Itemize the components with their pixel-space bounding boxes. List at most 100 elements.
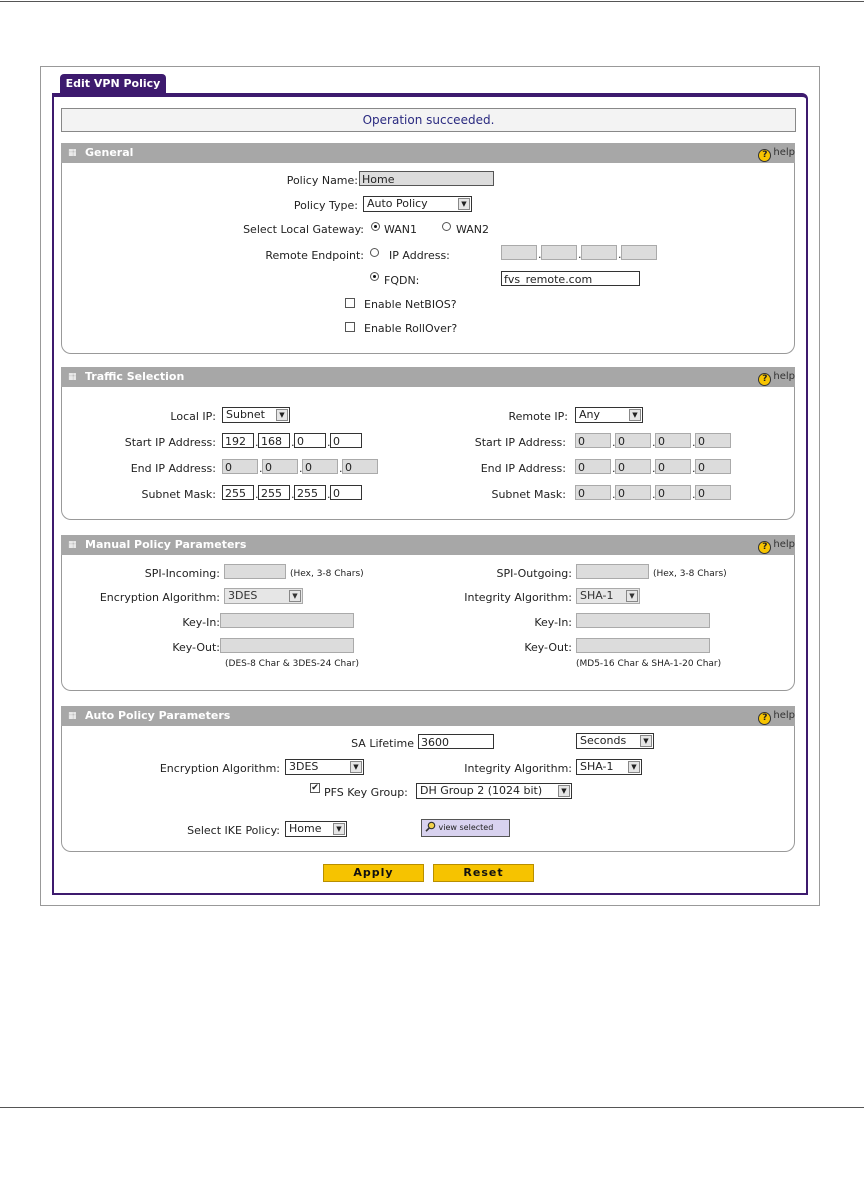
- help-icon: ?: [758, 373, 772, 386]
- remote-mask-octet-4[interactable]: 0: [695, 485, 731, 500]
- wan2-radio[interactable]: [442, 222, 451, 231]
- netbios-checkbox[interactable]: [345, 298, 355, 308]
- sa-unit-select[interactable]: Seconds ▼: [576, 733, 654, 749]
- remote-end-ip-label: End IP Address:: [480, 462, 566, 475]
- view-selected-button[interactable]: view selected: [421, 819, 510, 837]
- local-end-octet-3[interactable]: 0: [302, 459, 338, 474]
- grip-icon: ▦: [68, 148, 77, 158]
- manual-key-in-input-right[interactable]: [576, 613, 710, 628]
- spi-outgoing-input[interactable]: [576, 564, 649, 579]
- chevron-down-icon: ▼: [333, 823, 345, 835]
- reset-button[interactable]: Reset: [433, 864, 534, 882]
- local-start-octet-4[interactable]: 0: [330, 433, 362, 448]
- chevron-down-icon: ▼: [629, 409, 641, 421]
- rollover-label: Enable RollOver?: [364, 322, 458, 335]
- manual-enc-select[interactable]: 3DES ▼: [224, 588, 303, 604]
- help-icon: ?: [758, 541, 772, 554]
- help-link[interactable]: ? help: [758, 706, 795, 726]
- auto-int-label: Integrity Algorithm:: [464, 762, 572, 775]
- remote-mask-octet-3[interactable]: 0: [655, 485, 691, 500]
- top-rule: [0, 1, 864, 2]
- tab-edit-vpn-policy[interactable]: Edit VPN Policy: [60, 74, 166, 94]
- apply-button[interactable]: Apply: [323, 864, 424, 882]
- remote-ip-select[interactable]: Any ▼: [575, 407, 643, 423]
- remote-start-octet-4[interactable]: 0: [695, 433, 731, 448]
- section-title: Manual Policy Parameters: [85, 538, 247, 551]
- remote-end-octet-4[interactable]: 0: [695, 459, 731, 474]
- auto-enc-label: Encryption Algorithm:: [159, 762, 280, 775]
- local-start-octet-1[interactable]: 192: [222, 433, 254, 448]
- grip-icon: ▦: [68, 372, 77, 382]
- section-header-auto: ▦ Auto Policy Parameters ? help: [61, 706, 795, 726]
- remote-endpoint-label: Remote Endpoint:: [265, 249, 364, 262]
- local-end-octet-2[interactable]: 0: [262, 459, 298, 474]
- remote-ip-octet-1[interactable]: [501, 245, 537, 260]
- help-icon: ?: [758, 149, 772, 162]
- remote-start-octet-3[interactable]: 0: [655, 433, 691, 448]
- rollover-checkbox[interactable]: [345, 322, 355, 332]
- magnifier-icon: [425, 821, 436, 832]
- policy-name-input[interactable]: Home: [359, 171, 494, 186]
- chevron-down-icon: ▼: [626, 590, 638, 602]
- wan2-label: WAN2: [456, 223, 490, 236]
- help-link[interactable]: ? help: [758, 535, 795, 555]
- policy-type-select[interactable]: Auto Policy ▼: [363, 196, 472, 212]
- chevron-down-icon: ▼: [276, 409, 288, 421]
- remote-end-octet-1[interactable]: 0: [575, 459, 611, 474]
- sa-lifetime-input[interactable]: 3600: [418, 734, 494, 749]
- chevron-down-icon: ▼: [458, 198, 470, 210]
- policy-name-label: Policy Name:: [286, 174, 358, 187]
- auto-int-select[interactable]: SHA-1 ▼: [576, 759, 642, 775]
- pfs-select[interactable]: DH Group 2 (1024 bit) ▼: [416, 783, 572, 799]
- remote-mask-octet-1[interactable]: 0: [575, 485, 611, 500]
- grip-icon: ▦: [68, 540, 77, 550]
- local-end-octet-1[interactable]: 0: [222, 459, 258, 474]
- remote-ip-octet-2[interactable]: [541, 245, 577, 260]
- pfs-checkbox[interactable]: ✔: [310, 783, 320, 793]
- remote-end-octet-2[interactable]: 0: [615, 459, 651, 474]
- manual-key-out-input[interactable]: [220, 638, 354, 653]
- manual-int-select[interactable]: SHA-1 ▼: [576, 588, 640, 604]
- spi-incoming-input[interactable]: [224, 564, 286, 579]
- local-end-octet-4[interactable]: 0: [342, 459, 378, 474]
- ike-policy-select[interactable]: Home ▼: [285, 821, 347, 837]
- help-icon: ?: [758, 712, 772, 725]
- local-mask-octet-4[interactable]: 0: [330, 485, 362, 500]
- remote-mask-octet-2[interactable]: 0: [615, 485, 651, 500]
- wan1-radio[interactable]: [371, 222, 380, 231]
- local-mask-octet-2[interactable]: 255: [258, 485, 290, 500]
- ip-address-radio[interactable]: [370, 248, 379, 257]
- help-link[interactable]: ? help: [758, 367, 795, 387]
- manual-key-out-input-right[interactable]: [576, 638, 710, 653]
- ike-policy-label: Select IKE Policy:: [187, 824, 280, 837]
- manual-key-in-input[interactable]: [220, 613, 354, 628]
- chevron-down-icon: ▼: [628, 761, 640, 773]
- local-end-ip-label: End IP Address:: [130, 462, 216, 475]
- bottom-rule: [0, 1107, 864, 1108]
- local-mask-octet-3[interactable]: 255: [294, 485, 326, 500]
- remote-start-octet-1[interactable]: 0: [575, 433, 611, 448]
- fqdn-input[interactable]: fvs_remote.com: [501, 271, 640, 286]
- policy-type-label: Policy Type:: [293, 199, 358, 212]
- section-title: General: [85, 146, 134, 159]
- fqdn-label: FQDN:: [384, 274, 420, 287]
- local-ip-label: Local IP:: [170, 410, 216, 423]
- remote-ip-octet-3[interactable]: [581, 245, 617, 260]
- local-start-octet-2[interactable]: 168: [258, 433, 290, 448]
- manual-key-in-label-right: Key-In:: [534, 616, 572, 629]
- spi-out-hint: (Hex, 3-8 Chars): [653, 569, 727, 579]
- section-header-traffic: ▦ Traffic Selection ? help: [61, 367, 795, 387]
- help-link[interactable]: ? help: [758, 143, 795, 163]
- local-mask-octet-1[interactable]: 255: [222, 485, 254, 500]
- section-title: Traffic Selection: [85, 370, 185, 383]
- remote-ip-label: Remote IP:: [508, 410, 568, 423]
- remote-end-octet-3[interactable]: 0: [655, 459, 691, 474]
- local-start-octet-3[interactable]: 0: [294, 433, 326, 448]
- local-ip-select[interactable]: Subnet ▼: [222, 407, 290, 423]
- remote-start-octet-2[interactable]: 0: [615, 433, 651, 448]
- remote-ip-octet-4[interactable]: [621, 245, 657, 260]
- fqdn-radio[interactable]: [370, 272, 379, 281]
- wan1-label: WAN1: [384, 223, 418, 236]
- auto-enc-select[interactable]: 3DES ▼: [285, 759, 364, 775]
- spi-outgoing-label: SPI-Outgoing:: [496, 567, 572, 580]
